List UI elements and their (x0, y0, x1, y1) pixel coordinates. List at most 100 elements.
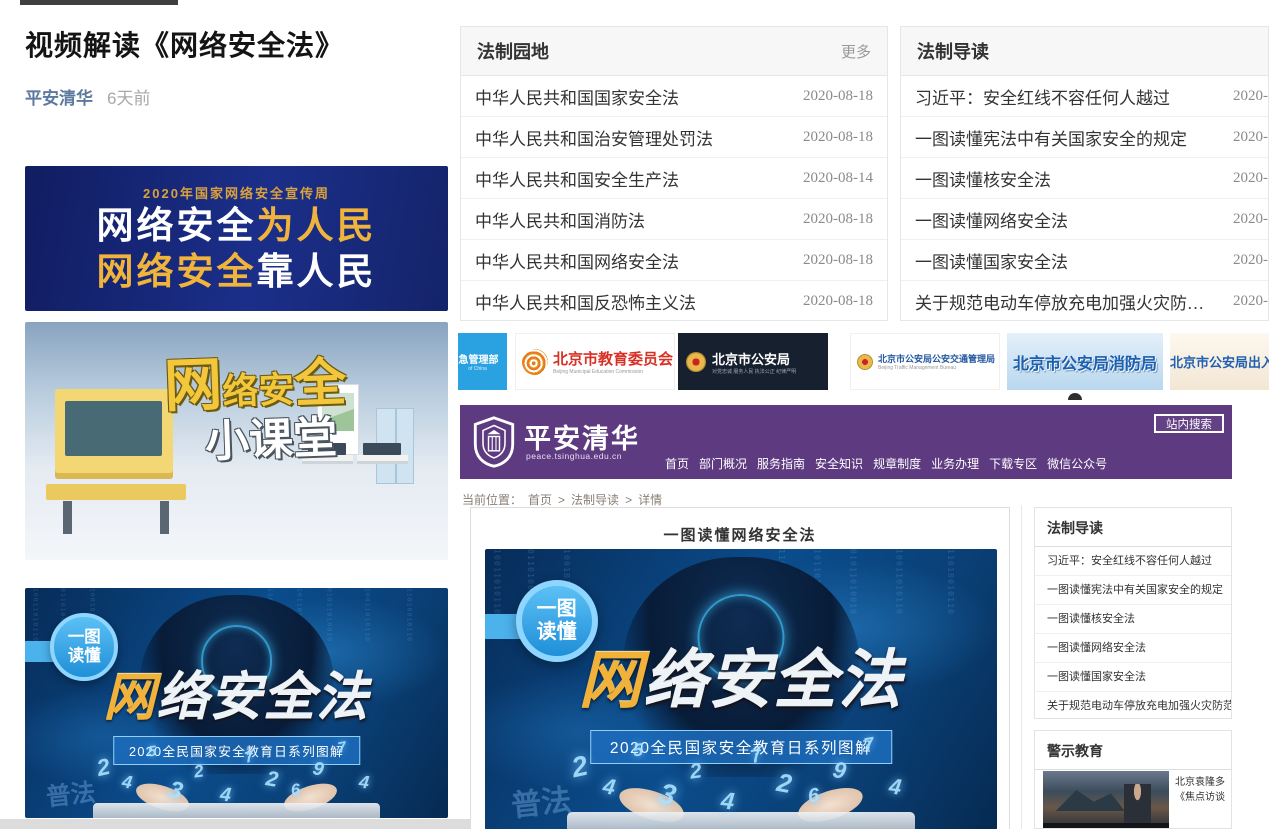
author-link[interactable]: 平安清华 (25, 84, 93, 109)
nav-service-guide[interactable]: 服务指南 (757, 455, 805, 472)
banner1-line2: 网络安全靠人民 (97, 251, 377, 294)
list-item[interactable]: 一图读懂国家安全法2020- (901, 240, 1268, 281)
panel-header: 法制园地 更多 (461, 27, 887, 76)
scroll-caret (1068, 393, 1082, 400)
article-banner-image[interactable]: 0110100101100100110101100010110100100101… (485, 549, 997, 829)
list-item[interactable]: 中华人民共和国反恐怖主义法2020-08-18 (461, 281, 887, 322)
article-title: 一图读懂网络安全法 (471, 524, 1009, 545)
nav-department-overview[interactable]: 部门概况 (699, 455, 747, 472)
sidebar-item[interactable]: 一图读懂国家安全法 (1035, 663, 1231, 692)
more-link[interactable]: 更多 (841, 41, 871, 62)
logo-beijing-traffic-management[interactable]: 北京市公安局公安交通管理局 Beijing Traffic Management… (850, 333, 1000, 390)
watermark: 普法 (508, 775, 572, 825)
top-bar-remnant (20, 0, 178, 5)
nav-rules[interactable]: 规章制度 (873, 455, 921, 472)
sidebar-item[interactable]: 关于规范电动车停放充电加强火灾防范… (1035, 692, 1231, 719)
list-item[interactable]: 中华人民共和国消防法2020-08-18 (461, 199, 887, 240)
sidebar-item[interactable]: 一图读懂宪法中有关国家安全的规定 (1035, 576, 1231, 605)
vertical-divider (1021, 505, 1022, 829)
classroom-banner-image[interactable]: 网络安全 小课堂 (25, 322, 448, 560)
breadcrumb: 当前位置： 首页 > 法制导读 > 详情 (462, 491, 662, 508)
falling-digit-decoration: 2 (569, 750, 591, 785)
nav-safety-knowledge[interactable]: 安全知识 (815, 455, 863, 472)
sidebar-warning-education: 警示教育 北京袁隆多 《焦点访谈 (1034, 730, 1232, 829)
panel-title: 法制园地 (477, 38, 549, 64)
main-nav: 首页 部门概况 服务指南 安全知识 规章制度 业务办理 下载专区 微信公众号 (665, 455, 1107, 472)
nav-business[interactable]: 业务办理 (931, 455, 979, 472)
site-search-button[interactable]: 站内搜索 (1154, 414, 1224, 433)
panel-title: 法制导读 (917, 38, 989, 64)
falling-digit-decoration: 4 (601, 773, 617, 801)
falling-digit-decoration: 6 (806, 785, 819, 809)
sidebar-item[interactable]: 习近平：安全红线不容任何人越过 (1035, 547, 1231, 576)
binary-rain-decoration: 010011010110 (31, 588, 39, 643)
article-page-title: 视频解读《网络安全法》 (25, 24, 344, 64)
keyboard-illustration (567, 812, 915, 829)
binary-rain-decoration: 011010010110 (406, 588, 414, 643)
warning-video-thumbnail[interactable] (1043, 771, 1169, 829)
falling-digit-decoration: 2 (94, 753, 112, 782)
breadcrumb-home[interactable]: 首页 (528, 491, 552, 508)
list-item[interactable]: 关于规范电动车停放充电加强火灾防…2020- (901, 281, 1268, 321)
list-item[interactable]: 习近平：安全红线不容任何人越过2020- (901, 76, 1268, 117)
falling-digit-decoration: 4 (218, 783, 231, 807)
breadcrumb-current: 详情 (638, 491, 662, 508)
list-item[interactable]: 一图读懂核安全法2020- (901, 158, 1268, 199)
binary-rain-decoration: 001011010010 (325, 588, 333, 643)
falling-digit-decoration: 4 (121, 771, 134, 793)
video-progress-bar (1043, 823, 1169, 829)
logo-emergency-ministry[interactable]: 急管理部 of China (458, 333, 507, 390)
falling-digit-decoration: 4 (888, 773, 903, 800)
binary-rain-decoration: 010011010110 (493, 549, 502, 616)
panel-header: 法制导读 (901, 27, 1268, 76)
keyboard-illustration (93, 803, 381, 818)
nav-home[interactable]: 首页 (665, 455, 689, 472)
nav-wechat[interactable]: 微信公众号 (1047, 455, 1107, 472)
watermark: 普法 (44, 773, 97, 814)
sidebar-legal-guide: 法制导读 习近平：安全红线不容任何人越过 一图读懂宪法中有关国家安全的规定 一图… (1034, 507, 1232, 719)
binary-rain-decoration: 010011010110 (363, 588, 371, 643)
site-header: 平安清华 peace.tsinghua.edu.cn 首页 部门概况 服务指南 … (460, 405, 1232, 479)
banner1-line1: 网络安全为人民 (97, 205, 377, 248)
logo-beijing-fire-department[interactable]: 北京市公安局消防局 (1007, 333, 1163, 390)
nav-downloads[interactable]: 下载专区 (989, 455, 1037, 472)
legal-guide-panel: 法制导读 习近平：安全红线不容任何人越过2020- 一图读懂宪法中有关国家安全的… (900, 26, 1269, 321)
warning-video-caption[interactable]: 北京袁隆多 《焦点访谈 (1175, 775, 1225, 805)
presenter-illustration (1124, 784, 1152, 825)
list-item[interactable]: 中华人民共和国安全生产法2020-08-14 (461, 158, 887, 199)
breadcrumb-section[interactable]: 法制导读 (571, 491, 619, 508)
falling-digit-decoration: 5 (147, 744, 157, 761)
article-meta: 平安清华 6天前 (25, 84, 150, 109)
mountain-illustration (1056, 788, 1125, 812)
list-item[interactable]: 中华人民共和国国家安全法2020-08-18 (461, 76, 887, 117)
banner-title: 网络安全法 (25, 655, 448, 730)
falling-digit-decoration: 4 (358, 771, 371, 793)
banner1-tagline: 2020年国家网络安全宣传周 (143, 183, 330, 202)
cybersecurity-law-banner-image[interactable]: 0110100101100100110101100010110100100101… (25, 588, 448, 818)
breadcrumb-separator: > (625, 493, 632, 507)
falling-digit-decoration: 4 (719, 787, 735, 816)
list-item[interactable]: 中华人民共和国网络安全法2020-08-18 (461, 240, 887, 281)
article-content-box: 一图读懂网络安全法 011010010110010011010110001011… (470, 507, 1010, 829)
desk-leg (160, 501, 168, 534)
list-item[interactable]: 中华人民共和国治安管理处罚法2020-08-18 (461, 117, 887, 158)
sidebar-title: 法制导读 (1035, 508, 1231, 547)
blackboard-illustration (55, 389, 173, 479)
logo-beijing-public-security-bureau[interactable]: 北京市公安局 对党忠诚 服务人民 执法公正 纪律严明 (678, 333, 828, 390)
list-item[interactable]: 一图读懂宪法中有关国家安全的规定2020- (901, 117, 1268, 158)
shield-logo-icon (472, 415, 516, 469)
falling-digit-decoration: 2 (264, 767, 280, 794)
banner2-title: 网络安全 小课堂 (163, 352, 349, 466)
sidebar-item[interactable]: 一图读懂核安全法 (1035, 605, 1231, 634)
logo-beijing-entry-exit[interactable]: 北京市公安局出入境管 (1170, 333, 1269, 390)
computer-desk-illustration (357, 455, 408, 463)
police-emblem-icon (857, 354, 873, 370)
cybersecurity-week-banner-image[interactable]: 2020年国家网络安全宣传周 网络安全为人民 网络安全靠人民 (25, 166, 448, 311)
binary-rain-decoration: 010011010110 (895, 549, 904, 616)
logo-beijing-education-commission[interactable]: 北京市教育委员会 Beijing Municipal Education Com… (515, 333, 675, 390)
sidebar-title: 警示教育 (1035, 731, 1231, 770)
sidebar-item[interactable]: 一图读懂网络安全法 (1035, 634, 1231, 663)
post-time: 6天前 (107, 84, 150, 109)
police-emblem-icon (686, 352, 706, 372)
list-item[interactable]: 一图读懂网络安全法2020- (901, 199, 1268, 240)
